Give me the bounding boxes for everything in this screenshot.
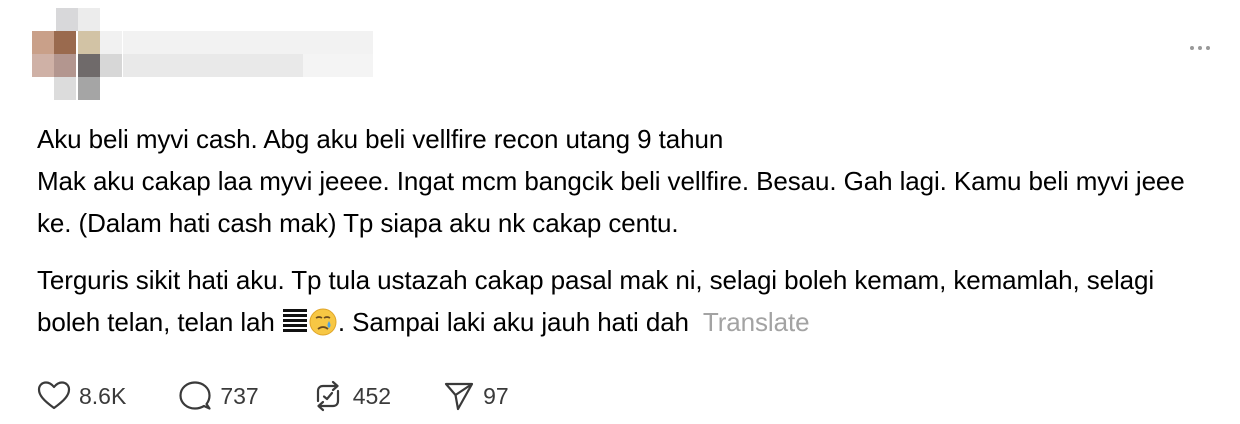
more-options-button[interactable] — [1190, 40, 1210, 56]
repost-icon — [316, 380, 339, 412]
like-count: 8.6K — [79, 382, 127, 409]
reply-count: 737 — [220, 382, 259, 409]
reply-button[interactable]: 737 — [178, 380, 259, 412]
heart-icon — [37, 381, 71, 410]
share-icon — [444, 382, 474, 411]
post-paragraph-1: Aku beli myvi cash. Abg aku beli vellfir… — [37, 124, 724, 154]
crying-face-emoji — [309, 308, 337, 336]
post-paragraph-3: Terguris sikit hati aku. Tp tula ustazah… — [37, 259, 1207, 343]
action-bar: 8.6K 737 452 97 — [37, 378, 509, 414]
flag-lines-emoji — [282, 309, 307, 332]
author-header-blurred[interactable] — [32, 8, 392, 108]
share-button[interactable]: 97 — [443, 380, 509, 412]
repost-count: 452 — [352, 382, 392, 409]
more-icon — [1190, 46, 1194, 50]
repost-button[interactable]: 452 — [311, 380, 391, 412]
comment-icon — [179, 381, 211, 410]
translate-link[interactable]: Translate — [703, 307, 810, 337]
post-paragraph-3-end: . Sampai laki aku jauh hati dah — [337, 307, 689, 337]
post-text: Aku beli myvi cash. Abg aku beli vellfir… — [37, 118, 1207, 343]
share-count: 97 — [483, 382, 509, 409]
like-button[interactable]: 8.6K — [37, 380, 126, 412]
post-paragraph-2: Mak aku cakap laa myvi jeeee. Ingat mcm … — [37, 166, 1185, 238]
